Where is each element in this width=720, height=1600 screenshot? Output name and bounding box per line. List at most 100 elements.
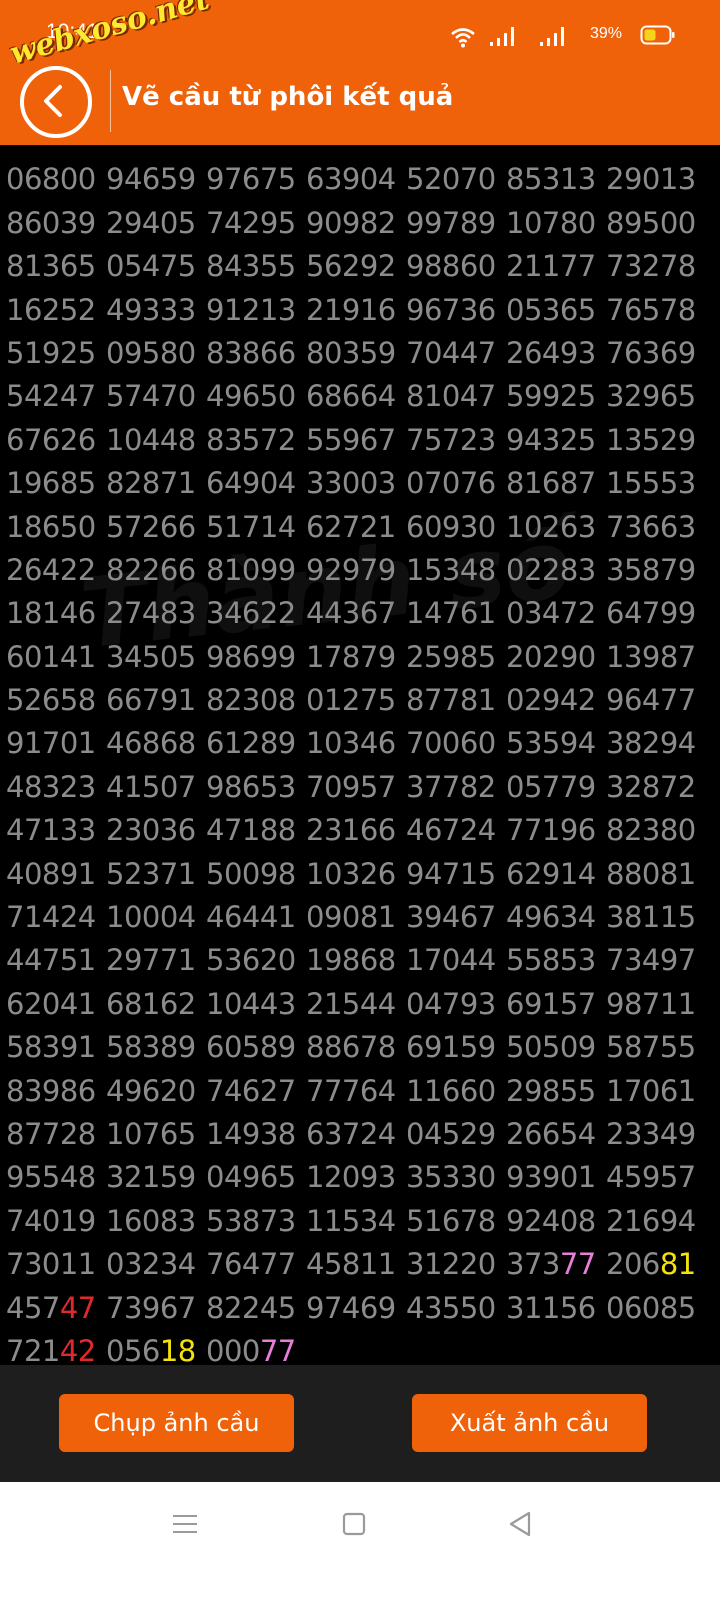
number-cell: 68664 <box>306 379 396 414</box>
number-cell: 49620 <box>106 1073 196 1108</box>
number-cell: 32965 <box>606 379 696 414</box>
highlighted-digits: 77 <box>559 1247 596 1282</box>
number-cell: 52658 <box>6 683 96 718</box>
number-cell: 25985 <box>406 639 496 674</box>
number-cell: 56292 <box>306 249 396 284</box>
number-cell: 45811 <box>306 1247 396 1282</box>
grid-row: 54247 57470 49650 68664 81047 59925 32965 <box>6 375 706 418</box>
number-cell: 00077 <box>206 1330 306 1365</box>
number-cell: 51925 <box>6 335 96 370</box>
number-cell: 38294 <box>606 726 696 761</box>
number-cell: 55967 <box>306 422 396 457</box>
number-cell: 01275 <box>306 683 396 718</box>
back-arrow-icon <box>44 85 62 117</box>
number-cell: 92979 <box>306 552 396 587</box>
grid-row: 18146 27483 34622 44367 14761 03472 64799 <box>6 592 706 635</box>
number-cell: 45957 <box>606 1160 696 1195</box>
number-cell: 74627 <box>206 1073 296 1108</box>
number-cell: 48323 <box>6 769 96 804</box>
number-cell: 02283 <box>506 552 596 587</box>
number-cell: 10346 <box>306 726 396 761</box>
number-cell: 04965 <box>206 1160 296 1195</box>
number-cell: 54247 <box>6 379 96 414</box>
grid-row: 83986 49620 74627 77764 11660 29855 17061 <box>6 1070 706 1113</box>
number-cell: 06085 <box>606 1290 696 1325</box>
number-cell: 46724 <box>406 813 496 848</box>
menu-icon[interactable] <box>172 1512 198 1536</box>
number-cell: 21177 <box>506 249 596 284</box>
partial-cell <box>6 145 106 158</box>
number-cell: 84355 <box>206 249 296 284</box>
number-cell: 60589 <box>206 1030 296 1065</box>
number-cell: 77196 <box>506 813 596 848</box>
number-cell: 80359 <box>306 335 396 370</box>
number-cell: 76477 <box>206 1247 296 1282</box>
number-cell: 26422 <box>6 552 96 587</box>
number-cell: 94715 <box>406 856 496 891</box>
number-cell: 10263 <box>506 509 596 544</box>
number-cell: 82245 <box>206 1290 296 1325</box>
number-cell: 29405 <box>106 205 196 240</box>
number-cell: 90982 <box>306 205 396 240</box>
number-cell: 83866 <box>206 335 296 370</box>
number-cell: 87781 <box>406 683 496 718</box>
number-cell: 53594 <box>506 726 596 761</box>
grid-row: 06800 94659 97675 63904 52070 85313 29013 <box>6 158 706 201</box>
number-cell: 88081 <box>606 856 696 891</box>
number-cell: 14761 <box>406 596 496 631</box>
nav-back-icon[interactable] <box>507 1510 533 1538</box>
number-cell: 98711 <box>606 986 696 1021</box>
number-cell: 69157 <box>506 986 596 1021</box>
number-cell: 06800 <box>6 162 96 197</box>
number-cell: 46441 <box>206 900 296 935</box>
number-cell: 21916 <box>306 292 396 327</box>
number-cell: 09580 <box>106 335 196 370</box>
number-cell: 85313 <box>506 162 596 197</box>
number-cell: 47133 <box>6 813 96 848</box>
number-cell: 44367 <box>306 596 396 631</box>
number-cell: 19685 <box>6 466 96 501</box>
number-cell: 53873 <box>206 1203 296 1238</box>
number-cell: 03472 <box>506 596 596 631</box>
highlighted-digits: 47 <box>59 1290 96 1325</box>
number-cell: 17044 <box>406 943 496 978</box>
grid-row: 91701 46868 61289 10346 70060 53594 38294 <box>6 722 706 765</box>
number-cell: 91213 <box>206 292 296 327</box>
number-cell: 82380 <box>606 813 696 848</box>
grid-row: 26422 82266 81099 92979 15348 02283 35879 <box>6 549 706 592</box>
number-cell: 39467 <box>406 900 496 935</box>
number-cell: 20290 <box>506 639 596 674</box>
number-cell: 17879 <box>306 639 396 674</box>
number-cell: 13529 <box>606 422 696 457</box>
number-cell: 34505 <box>106 639 196 674</box>
number-cell: 23349 <box>606 1116 696 1151</box>
number-cell: 19868 <box>306 943 396 978</box>
number-cell: 73967 <box>106 1290 196 1325</box>
grid-row: 60141 34505 98699 17879 25985 20290 13987 <box>6 636 706 679</box>
number-cell: 49333 <box>106 292 196 327</box>
number-cell: 04529 <box>406 1116 496 1151</box>
wifi-icon <box>451 28 475 48</box>
number-cell: 15348 <box>406 552 496 587</box>
back-button[interactable] <box>20 66 92 138</box>
export-image-button[interactable]: Xuất ảnh cầu <box>412 1394 647 1452</box>
number-cell: 98653 <box>206 769 296 804</box>
number-cell: 82266 <box>106 552 196 587</box>
number-cell: 70447 <box>406 335 496 370</box>
number-cell: 75723 <box>406 422 496 457</box>
number-cell: 50509 <box>506 1030 596 1065</box>
grid-row: 18650 57266 51714 62721 60930 10263 73663 <box>6 506 706 549</box>
number-cell: 21544 <box>306 986 396 1021</box>
number-cell: 77764 <box>306 1073 396 1108</box>
number-cell: 98860 <box>406 249 496 284</box>
number-cell: 87728 <box>6 1116 96 1151</box>
number-cell: 68162 <box>106 986 196 1021</box>
capture-image-button[interactable]: Chụp ảnh cầu <box>59 1394 294 1452</box>
number-grid[interactable]: Thành số 06800 94659 97675 63904 52070 85313 2… <box>0 145 720 1365</box>
number-cell: 18146 <box>6 596 96 631</box>
number-cell: 88678 <box>306 1030 396 1065</box>
battery-icon <box>640 25 675 45</box>
home-icon[interactable] <box>342 1512 366 1536</box>
number-cell: 96477 <box>606 683 696 718</box>
highlighted-digits: 77 <box>259 1333 296 1365</box>
